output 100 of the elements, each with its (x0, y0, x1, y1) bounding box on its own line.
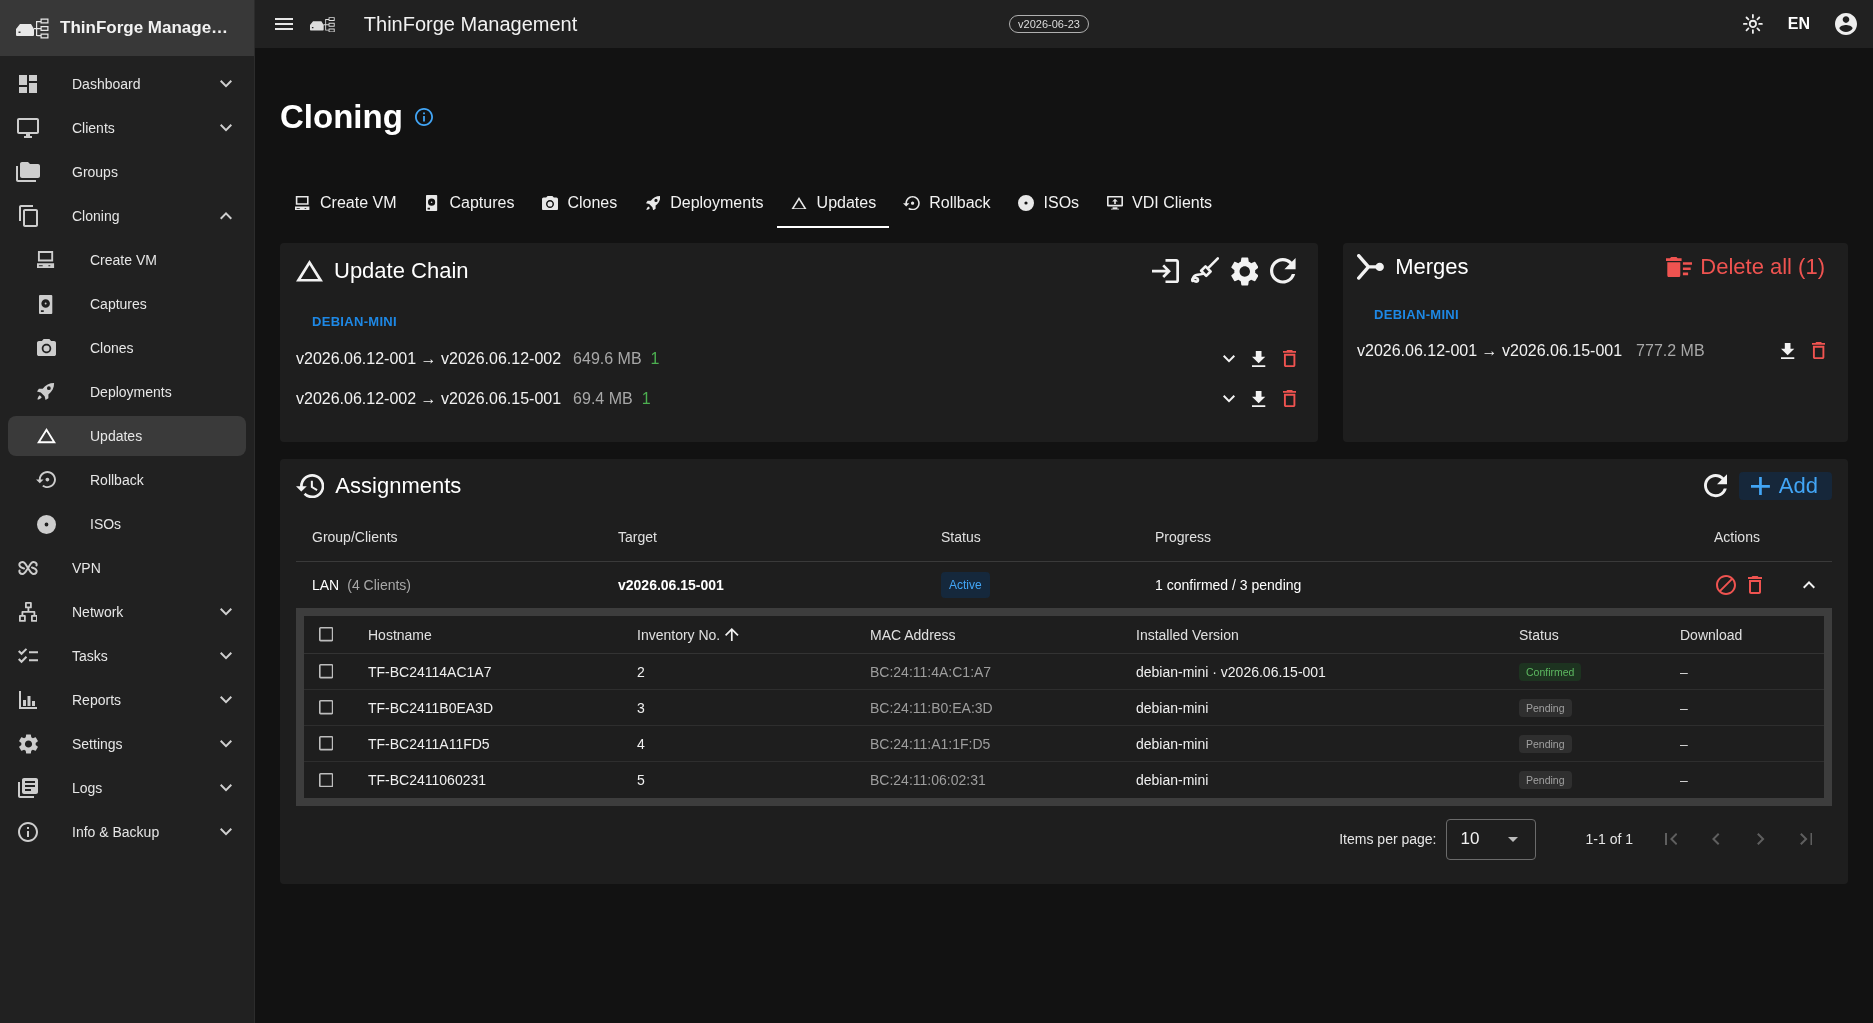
table-cell: – (1680, 663, 1688, 680)
count: 1 (650, 350, 660, 368)
table-cell: TF-BC2411060231 (368, 772, 487, 788)
download-icon[interactable] (1252, 390, 1266, 408)
screen-upload-icon (1106, 196, 1123, 210)
sidebar-item[interactable]: Cloning (8, 196, 246, 236)
version-transition: v2026.06.12-001 → v2026.06.15-001 (1357, 342, 1623, 360)
camera-icon (36, 339, 56, 357)
sidebar-item[interactable]: VPN (8, 548, 246, 588)
sidebar-item[interactable]: Groups (8, 152, 246, 192)
column-header[interactable]: MAC Address (870, 626, 956, 643)
delete-icon[interactable] (1748, 576, 1762, 594)
file-size: 69.4 MB (573, 390, 633, 408)
file-size: 649.6 MB (573, 350, 642, 368)
info-icon[interactable] (414, 108, 433, 126)
table-cell: BC:24:11:06:02:31 (870, 772, 986, 788)
delete-all-button[interactable]: Delete all (1) (1666, 254, 1825, 280)
delete-icon[interactable] (1811, 342, 1825, 360)
target-version: v2026.06.15-001 (618, 577, 724, 593)
download-icon[interactable] (1781, 342, 1795, 360)
delete-icon[interactable] (1282, 350, 1296, 368)
group-label: DEBIAN-MINI (1374, 307, 1459, 322)
group-label: DEBIAN-MINI (312, 314, 397, 329)
triangle-icon (36, 428, 56, 444)
refresh-icon[interactable] (1270, 258, 1296, 284)
restore-icon (36, 471, 56, 489)
tab[interactable]: VDI Clients (1092, 180, 1226, 228)
tab[interactable]: Create VM (280, 180, 410, 228)
tab[interactable]: Updates (776, 180, 890, 228)
page-range: 1-1 of 1 (1585, 831, 1633, 847)
tab[interactable]: Rollback (889, 180, 1004, 228)
chevron-up-icon[interactable] (1803, 581, 1815, 589)
sidebar-item[interactable]: Dashboard (8, 64, 246, 104)
language-button[interactable]: EN (1787, 15, 1810, 33)
checkbox-icon[interactable] (319, 700, 334, 715)
computer-icon (37, 251, 55, 269)
monitor-icon (17, 118, 39, 138)
sun-icon[interactable] (1742, 14, 1763, 34)
sidebar-item[interactable]: ISOs (8, 504, 246, 544)
sidebar-item[interactable]: Rollback (8, 460, 246, 500)
tab[interactable]: Captures (409, 180, 528, 228)
computer-icon (295, 195, 310, 211)
tab[interactable]: Deployments (630, 180, 777, 228)
drive-tree-logo (16, 17, 50, 39)
checkbox-icon[interactable] (319, 772, 334, 788)
sidebar-item[interactable]: Clients (8, 108, 246, 148)
merge-icon (1357, 254, 1385, 280)
block-icon[interactable] (1716, 575, 1736, 595)
table-cell: – (1680, 735, 1688, 752)
status-badge: Pending (1519, 734, 1572, 753)
items-per-page-label: Items per page: (1339, 831, 1437, 847)
books-icon (18, 778, 38, 798)
app-title: ThinForge Manage… (60, 18, 229, 38)
account-icon[interactable] (1835, 13, 1857, 35)
sidebar-item[interactable]: Info & Backup (8, 812, 246, 852)
table-cell: BC:24:11:A1:1F:D5 (870, 735, 991, 752)
sidebar-item[interactable]: Reports (8, 680, 246, 720)
sidebar-item[interactable]: Deployments (8, 372, 246, 412)
settings-icon[interactable] (1230, 256, 1259, 286)
sidebar-item[interactable]: Network (8, 592, 246, 632)
table-cell: BC:24:11:4A:C1:A7 (870, 663, 992, 680)
tab[interactable]: Clones (527, 180, 631, 228)
triangle-icon (791, 196, 808, 210)
client-count: (4 Clients) (347, 577, 412, 593)
column-header[interactable]: Download (1680, 626, 1743, 643)
history-icon (296, 473, 325, 499)
sidebar-item[interactable]: Clones (8, 328, 246, 368)
progress-text: 1 confirmed / 3 pending (1155, 577, 1302, 593)
count: 1 (641, 390, 651, 408)
tab[interactable]: ISOs (1003, 180, 1093, 228)
import-icon[interactable] (1151, 258, 1179, 284)
chevron-down-icon[interactable] (1223, 395, 1236, 403)
chevron-down-icon[interactable] (1223, 355, 1236, 363)
menu-icon[interactable] (275, 18, 293, 30)
sidebar-item[interactable]: Captures (8, 284, 246, 324)
version-transition: v2026.06.12-002 → v2026.06.15-001 (296, 390, 562, 408)
table-cell: TF-BC2411B0EA3D (368, 699, 493, 716)
add-button[interactable]: Add (1738, 472, 1832, 500)
refresh-icon[interactable] (1703, 474, 1727, 498)
sidebar-item[interactable]: Tasks (8, 636, 246, 676)
column-header[interactable]: Hostname (368, 626, 432, 643)
table-cell: – (1680, 772, 1688, 788)
status-badge: Confirmed (1519, 662, 1582, 681)
sidebar-item[interactable]: Logs (8, 768, 246, 808)
checkbox-icon[interactable] (319, 664, 334, 679)
column-header[interactable]: Inventory No. (637, 626, 739, 643)
triangle-icon (296, 260, 323, 282)
delete-icon[interactable] (1282, 390, 1296, 408)
checkbox-icon[interactable] (319, 627, 334, 642)
delete-sweep-icon (1666, 256, 1693, 278)
items-per-page-select[interactable]: 10 (1445, 818, 1536, 860)
rocket-icon (645, 195, 660, 211)
column-header[interactable]: Installed Version (1136, 626, 1239, 643)
download-icon[interactable] (1252, 350, 1266, 368)
sidebar-item[interactable]: Create VM (8, 240, 246, 280)
brush-icon[interactable] (1190, 257, 1219, 285)
column-header[interactable]: Status (1519, 626, 1559, 643)
sidebar-item[interactable]: Updates (8, 416, 246, 456)
sidebar-item[interactable]: Settings (8, 724, 246, 764)
checkbox-icon[interactable] (319, 736, 334, 751)
